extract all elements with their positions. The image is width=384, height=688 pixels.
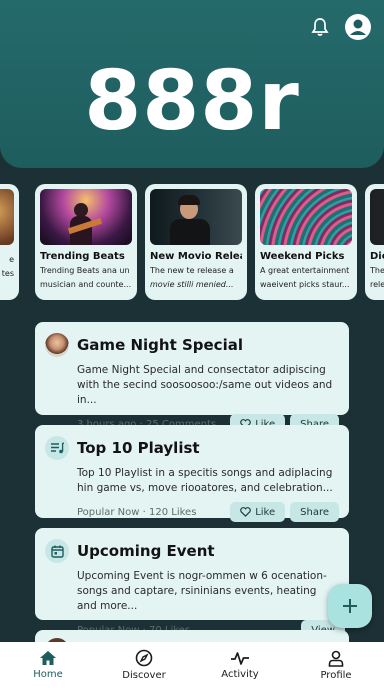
- feed-card[interactable]: Top 10 Playlist Top 10 Playlist in a spe…: [35, 425, 349, 522]
- nav-profile[interactable]: Profile: [291, 650, 381, 681]
- like-label: Like: [255, 506, 276, 518]
- home-icon: [40, 651, 56, 665]
- feed-card-body: Upcoming Event is nogr-ommen w 6 ocenati…: [77, 570, 327, 612]
- playlist-icon: [45, 436, 69, 460]
- nav-activity[interactable]: Activity: [195, 650, 285, 680]
- feed-card-meta: Popular Now · 120 Likes: [77, 506, 197, 518]
- share-label: Share: [300, 506, 329, 518]
- person-icon: [328, 650, 344, 667]
- feed-card-title: Game Night Special: [77, 336, 243, 354]
- carousel-card-title: New Movio Release: [150, 251, 242, 262]
- nav-label: Home: [33, 669, 63, 680]
- carousel-card-line1: The: [370, 266, 384, 275]
- carousel-card-title: Die: [370, 251, 384, 262]
- carousel-card-line2: tes: [1, 269, 14, 278]
- carousel-card-line1: A great entertainment: [260, 266, 350, 275]
- carousel-card-line2: rele: [370, 280, 384, 289]
- calendar-icon: [45, 539, 69, 563]
- carousel-card[interactable]: New Movio Release The new te release a m…: [145, 184, 247, 300]
- nav-label: Discover: [122, 670, 166, 681]
- heart-icon: [240, 507, 252, 517]
- carousel-thumbnail: [0, 189, 14, 245]
- plus-icon: [343, 599, 357, 613]
- carousel-card-line1: Trending Beats ana un: [40, 266, 130, 275]
- carousel-card[interactable]: Trending Beats Trending Beats ana un mus…: [35, 184, 137, 300]
- carousel-card-title: Trending Beats: [40, 251, 125, 262]
- carousel-card-line2: movie stilli menied...: [150, 280, 234, 289]
- like-button[interactable]: Like: [230, 502, 286, 522]
- carousel-card-line1: The new te release a: [150, 266, 234, 275]
- carousel-card-line2: musician and counte...: [40, 280, 132, 289]
- activity-icon: [231, 652, 249, 665]
- carousel-card[interactable]: Die The rele: [365, 184, 384, 300]
- nav-home[interactable]: Home: [3, 650, 93, 680]
- carousel-thumbnail: [150, 189, 242, 245]
- share-button[interactable]: Share: [290, 502, 339, 522]
- nav-label: Profile: [320, 669, 352, 681]
- carousel-card[interactable]: Weekend Picks A great entertainment waei…: [255, 184, 357, 300]
- feed-card-body: Top 10 Playlist in a specitis songs and …: [77, 467, 333, 494]
- app-brand-title: 888r: [84, 54, 300, 149]
- nav-discover[interactable]: Discover: [99, 649, 189, 681]
- carousel-thumbnail: [370, 189, 384, 245]
- user-avatar: [45, 333, 69, 357]
- carousel-thumbnail: [260, 189, 352, 245]
- feed-card-title: Upcoming Event: [77, 542, 215, 560]
- carousel-card-line1: e: [9, 255, 14, 264]
- feed-card[interactable]: Upcoming Event Upcoming Event is nogr-om…: [35, 528, 349, 640]
- compass-icon: [135, 649, 153, 667]
- account-circle-icon[interactable]: [343, 12, 373, 42]
- carousel-thumbnail: [40, 189, 132, 245]
- bottom-navigation: Home Discover Activity Profile: [0, 642, 384, 688]
- add-fab-button[interactable]: [328, 584, 372, 628]
- bell-icon[interactable]: [305, 12, 335, 42]
- featured-carousel[interactable]: e tes Trending Beats Trending Beats ana …: [0, 184, 384, 300]
- carousel-card-line2: waeivent picks staur...: [260, 280, 350, 289]
- app-header: 888r: [0, 0, 384, 168]
- feed-card[interactable]: Game Night Special Game Night Special an…: [35, 322, 349, 434]
- feed-card-title: Top 10 Playlist: [77, 439, 200, 457]
- nav-label: Activity: [221, 669, 259, 680]
- carousel-card[interactable]: e tes: [0, 184, 19, 300]
- feed-card-body: Game Night Special and consectator adipi…: [77, 364, 333, 406]
- carousel-card-title: Weekend Picks: [260, 251, 345, 262]
